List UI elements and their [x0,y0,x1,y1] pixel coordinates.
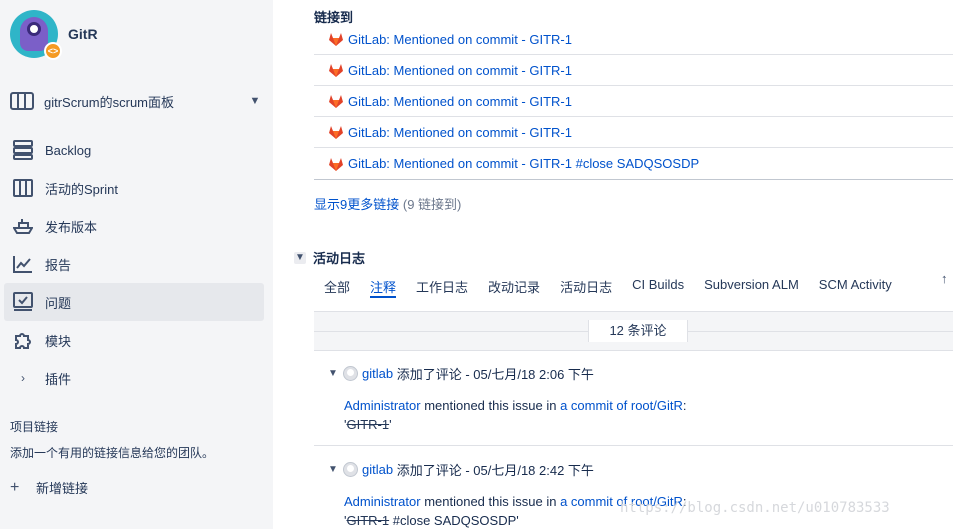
tab-all[interactable]: 全部 [324,274,350,298]
code-badge-icon: <> [44,42,62,60]
chevron-down-icon[interactable]: ▼ [328,464,338,475]
sidebar-item-label: 插件 [45,371,72,387]
sidebar-item-label: 活动的Sprint [45,181,118,197]
comment-count-bar: 12 条评论 [314,311,953,351]
comment-body: Administrator mentioned this issue in a … [344,398,687,432]
project-links-title: 项目链接 [10,420,59,434]
link-item-link[interactable]: GitLab: Mentioned on commit - GITR-1 [348,94,572,109]
add-link-label: 新增链接 [36,481,89,496]
activity-tabs: 全部 注释 工作日志 改动记录 活动日志 CI Builds Subversio… [324,274,912,298]
issue-key-struck[interactable]: GITR-1 [346,417,389,432]
puzzle-icon [12,329,34,351]
comment-count[interactable]: 12 条评论 [588,320,688,342]
backlog-icon [12,139,34,161]
plus-icon: + [10,478,20,496]
link-item: GitLab: Mentioned on commit - GITR-1 [314,86,953,117]
link-item-link[interactable]: GitLab: Mentioned on commit - GITR-1 [348,125,572,140]
tab-worklog[interactable]: 工作日志 [416,274,468,298]
watermark: https://blog.csdn.net/u010783533 [620,500,890,516]
sidebar-item-issues[interactable]: 问题 [4,283,264,321]
tab-scm-activity[interactable]: SCM Activity [819,274,892,298]
sidebar-item-components[interactable]: 模块 [4,321,264,359]
activity-heading: 活动日志 [313,251,366,266]
tab-subversion-alm[interactable]: Subversion ALM [704,274,799,298]
link-item: GitLab: Mentioned on commit - GITR-1 [314,117,953,148]
issues-icon [12,291,34,313]
gitlab-icon [329,126,343,139]
ship-icon [12,215,34,237]
comment-text: mentioned this issue in [424,494,557,509]
issue-key-struck[interactable]: GITR-1 [346,513,389,528]
link-item: GitLab: Mentioned on commit - GITR-1 [314,55,953,86]
tab-activity[interactable]: 活动日志 [560,274,612,298]
sidebar-item-releases[interactable]: 发布版本 [4,207,264,245]
sidebar: <> GitR gitrScrum的scrum面板 ▼ Backlog 活动的S… [0,0,273,529]
comment-author[interactable]: gitlab [362,462,393,477]
board-columns-icon [12,177,34,199]
chevron-down-icon: ▼ [249,95,261,107]
board-selector[interactable]: gitrScrum的scrum面板 ▼ [10,88,262,114]
avatar [343,366,358,381]
tab-comments[interactable]: 注释 [370,274,397,298]
chevron-down-icon[interactable]: ▼ [328,368,338,379]
comment-meta: 添加了评论 - 05/七月/18 2:06 下午 [396,367,594,382]
project-links-description: 添加一个有用的链接信息给您的团队。 [10,446,215,460]
chart-line-icon [12,253,34,275]
comment-header: ▼ gitlab 添加了评论 - 05/七月/18 2:06 下午 [328,364,594,383]
link-item-link[interactable]: GitLab: Mentioned on commit - GITR-1 [348,63,572,78]
gitlab-icon [329,64,343,77]
comment-text: mentioned this issue in [424,398,557,413]
sidebar-item-label: 问题 [45,295,72,311]
tab-history[interactable]: 改动记录 [488,274,540,298]
project-header[interactable]: <> GitR [10,10,98,60]
link-item: GitLab: Mentioned on commit - GITR-1 #cl… [314,148,953,179]
sidebar-item-active-sprint[interactable]: 活动的Sprint [4,169,264,207]
tab-ci-builds[interactable]: CI Builds [632,274,684,298]
sidebar-item-backlog[interactable]: Backlog [4,131,264,169]
comment-header: ▼ gitlab 添加了评论 - 05/七月/18 2:42 下午 [328,460,594,479]
gitlab-icon [329,95,343,108]
gitlab-icon [329,33,343,46]
avatar [343,462,358,477]
sidebar-item-addons[interactable]: › 插件 [4,359,264,397]
sidebar-item-label: 发布版本 [45,219,98,235]
board-label: gitrScrum的scrum面板 [44,94,175,110]
main-content: 链接到 GitLab: Mentioned on commit - GITR-1… [273,0,953,529]
link-item-link[interactable]: GitLab: Mentioned on commit - GITR-1 #cl… [348,156,699,171]
comment-divider [314,445,953,446]
comment-author[interactable]: gitlab [362,366,393,381]
show-more-links: 显示9更多链接 (9 链接到) [314,194,461,213]
comment-user-link[interactable]: Administrator [344,398,421,413]
link-item-link[interactable]: GitLab: Mentioned on commit - GITR-1 [348,32,572,47]
activity-section-header[interactable]: ▼ 活动日志 [294,248,365,267]
link-item: GitLab: Mentioned on commit - GITR-1 [314,24,953,55]
show-more-links-button[interactable]: 显示9更多链接 [314,197,399,212]
links-count: (9 链接到) [402,197,462,212]
sidebar-item-label: 报告 [45,257,72,273]
project-name: GitR [68,26,98,42]
links-divider [314,179,953,180]
arrow-up-icon[interactable]: ↑ [941,271,948,286]
comment-meta: 添加了评论 - 05/七月/18 2:42 下午 [396,463,594,478]
chevron-down-icon: ▼ [294,251,306,264]
project-avatar: <> [10,10,62,60]
commit-link[interactable]: a commit of root/GitR [560,398,683,413]
sidebar-item-reports[interactable]: 报告 [4,245,264,283]
sidebar-item-label: Backlog [45,142,92,158]
sidebar-item-label: 模块 [45,333,72,349]
gitlab-icon [329,157,343,171]
comment-user-link[interactable]: Administrator [344,494,421,509]
board-icon [10,92,34,110]
chevron-right-icon: › [21,371,25,385]
add-link-button[interactable]: + 新增链接 [10,478,88,497]
